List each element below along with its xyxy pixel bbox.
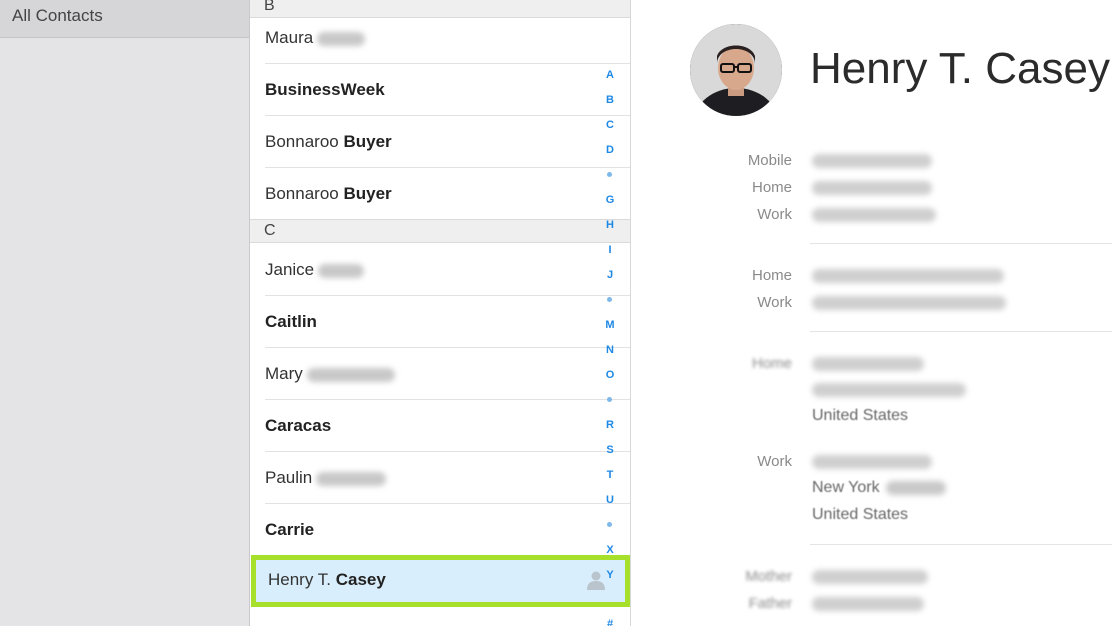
home-country: United States <box>812 407 909 424</box>
list-item[interactable]: BusinessWeek <box>250 64 630 116</box>
section-header-c: C <box>250 219 630 243</box>
redacted-phone <box>812 181 932 195</box>
label-mobile: Mobile <box>747 152 792 169</box>
index-letter[interactable]: H <box>602 218 618 232</box>
sidebar: All Contacts <box>0 0 250 626</box>
index-letter[interactable]: T <box>602 468 618 482</box>
index-dot[interactable] <box>607 172 612 177</box>
index-dot[interactable] <box>607 397 612 402</box>
sidebar-item-all-contacts[interactable]: All Contacts <box>0 0 249 38</box>
redacted-text <box>318 263 365 278</box>
index-letter[interactable]: D <box>602 143 618 157</box>
label-work-address: Work <box>757 453 792 470</box>
label-home-email: Home <box>751 267 792 284</box>
index-letter[interactable]: G <box>602 193 618 207</box>
list-item[interactable]: Caitlin <box>250 296 630 348</box>
redacted-name <box>812 570 928 584</box>
list-item[interactable]: Carrie <box>250 504 630 556</box>
label-mother: Mother <box>745 568 792 585</box>
list-item[interactable]: Maura <box>250 12 630 64</box>
list-item[interactable]: Caracas <box>250 400 630 452</box>
index-dot[interactable] <box>607 522 612 527</box>
redacted-text <box>886 480 947 495</box>
index-letter[interactable]: J <box>602 268 618 282</box>
redacted-address <box>812 455 932 469</box>
label-work-phone: Work <box>757 206 792 223</box>
index-letter[interactable]: U <box>602 493 618 507</box>
index-letter[interactable]: X <box>602 543 618 557</box>
redacted-name <box>812 597 924 611</box>
list-item[interactable]: Mary <box>250 348 630 400</box>
list-item-selected[interactable]: Henry T. Casey <box>251 555 630 607</box>
label-father: Father <box>748 595 792 612</box>
list-item[interactable]: Paulin <box>250 452 630 504</box>
redacted-email <box>812 269 1004 283</box>
index-letter[interactable]: O <box>602 368 618 382</box>
redacted-text <box>316 471 387 486</box>
index-letter[interactable]: S <box>602 443 618 457</box>
avatar <box>690 24 782 116</box>
index-letter[interactable]: Y <box>602 568 618 582</box>
work-city: New York <box>812 479 947 497</box>
redacted-text <box>306 367 395 382</box>
list-item[interactable]: Bonnaroo Buyer <box>250 168 630 220</box>
index-letter[interactable]: # <box>602 617 618 626</box>
redacted-phone <box>812 208 936 222</box>
contact-name: Henry T. Casey <box>810 44 1110 93</box>
redacted-address <box>812 383 966 397</box>
index-dot[interactable] <box>607 297 612 302</box>
redacted-email <box>812 296 1006 310</box>
index-letter[interactable]: B <box>602 93 618 107</box>
label-home-address: Home <box>751 355 792 372</box>
redacted-text <box>317 31 366 46</box>
list-item[interactable]: Bonnaroo Buyer <box>250 116 630 168</box>
label-home-phone: Home <box>751 179 792 196</box>
work-country: United States <box>812 506 909 523</box>
contacts-list[interactable]: B Maura BusinessWeek Bonnaroo Buyer Bonn… <box>250 0 631 626</box>
index-letter[interactable]: A <box>602 68 618 82</box>
label-work-email: Work <box>757 294 792 311</box>
sidebar-item-label: All Contacts <box>12 6 103 25</box>
redacted-address <box>812 357 924 371</box>
redacted-phone <box>812 154 932 168</box>
index-letter[interactable]: M <box>602 318 618 332</box>
index-letter[interactable]: C <box>602 118 618 132</box>
index-letter[interactable]: R <box>602 418 618 432</box>
contact-detail: Henry T. Casey Mobile Home Work Home Wor… <box>632 0 1112 626</box>
index-letter[interactable]: I <box>602 243 618 257</box>
index-letter[interactable]: N <box>602 343 618 357</box>
list-item[interactable]: Janice <box>250 244 630 296</box>
